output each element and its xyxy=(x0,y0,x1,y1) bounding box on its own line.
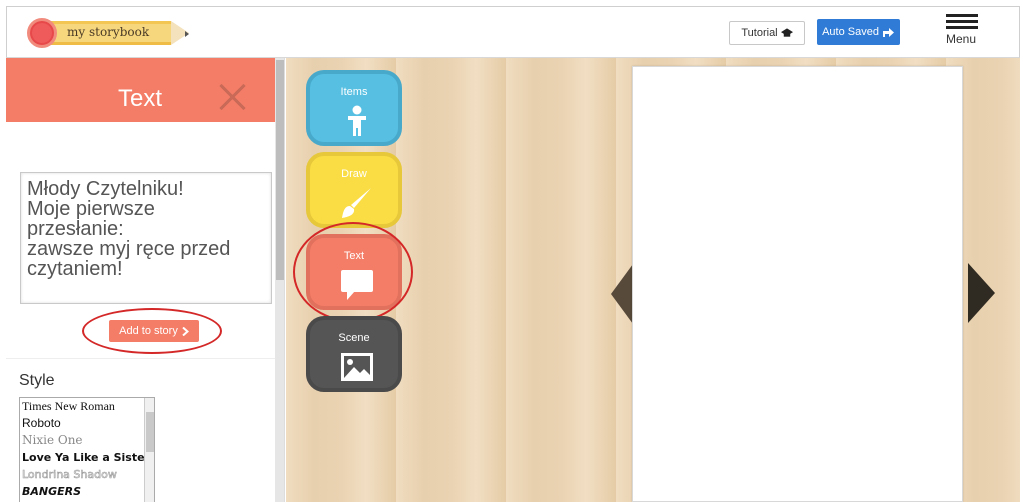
font-option[interactable]: Nixie One xyxy=(20,432,154,449)
text-line-2: Moje pierwsze xyxy=(27,198,155,220)
text-panel: Text Młody Czytelniku! Moje pierwsze prz… xyxy=(6,58,285,502)
person-icon xyxy=(348,105,366,136)
text-line-4: zawsze myj ręce przed xyxy=(27,238,231,260)
font-style-list[interactable]: Times New Roman Roboto Nixie One Love Ya… xyxy=(19,397,155,502)
menu-button[interactable]: Menu xyxy=(946,14,980,48)
annotation-circle-text-tool xyxy=(293,222,413,322)
font-option[interactable]: Londrina Shadow xyxy=(20,466,154,483)
font-option[interactable]: Times New Roman xyxy=(20,398,154,415)
panel-title: Text xyxy=(118,85,163,112)
draw-tool-button[interactable]: Draw xyxy=(306,152,402,228)
font-option[interactable]: BANGERS xyxy=(20,483,154,500)
font-list-scrollbar-thumb[interactable] xyxy=(146,412,154,452)
annotation-circle-add xyxy=(82,308,222,354)
tutorial-button[interactable]: Tutorial xyxy=(729,21,805,45)
storybook-logo[interactable]: my storybook xyxy=(27,18,189,50)
image-icon xyxy=(341,353,373,381)
hamburger-line xyxy=(946,20,978,23)
logo-text: my storybook xyxy=(67,25,150,39)
auto-saved-button[interactable]: Auto Saved xyxy=(817,19,900,45)
pencil-eraser xyxy=(27,18,57,48)
panel-header: Text xyxy=(6,58,275,122)
text-line-5: czytaniem! xyxy=(27,258,123,280)
pencil-lead xyxy=(185,31,189,37)
draw-tool-label: Draw xyxy=(341,168,367,180)
font-option[interactable]: Love Ya Like a Sister xyxy=(20,449,154,466)
style-heading: Style xyxy=(19,372,55,389)
font-option[interactable]: Roboto xyxy=(20,415,154,432)
hamburger-icon xyxy=(946,14,978,17)
close-icon[interactable] xyxy=(218,82,248,112)
story-text-input[interactable]: Młody Czytelniku! Moje pierwsze przesłan… xyxy=(20,172,272,304)
scene-tool-button[interactable]: Scene xyxy=(306,316,402,392)
tutorial-label: Tutorial xyxy=(741,27,778,39)
panel-scrollbar-thumb[interactable] xyxy=(276,60,284,280)
previous-page-arrow[interactable] xyxy=(611,264,633,324)
items-tool-label: Items xyxy=(340,86,368,98)
scene-tool-label: Scene xyxy=(338,332,370,344)
next-page-arrow[interactable] xyxy=(968,263,995,323)
graduation-cap-icon xyxy=(780,28,793,37)
panel-divider xyxy=(6,358,275,359)
text-line-3: przesłanie: xyxy=(27,218,124,240)
brush-icon xyxy=(342,188,371,218)
items-tool-button[interactable]: Items xyxy=(306,70,402,146)
story-page-canvas[interactable] xyxy=(632,66,963,502)
auto-saved-label: Auto Saved xyxy=(822,26,879,38)
hamburger-line xyxy=(946,26,978,29)
text-line-1: Młody Czytelniku! xyxy=(27,178,184,200)
share-arrow-icon xyxy=(882,27,894,37)
menu-label: Menu xyxy=(946,32,977,46)
